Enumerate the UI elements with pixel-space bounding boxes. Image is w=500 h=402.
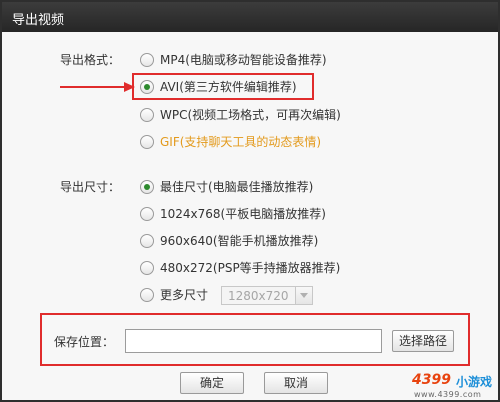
radio-size-best[interactable] [140, 180, 154, 194]
title-bar[interactable]: 导出视频 [2, 2, 498, 32]
radio-gif[interactable] [140, 135, 154, 149]
radio-avi[interactable] [140, 80, 154, 94]
ok-button[interactable]: 确定 [180, 372, 244, 394]
option-size-1024-label[interactable]: 1024x768(平板电脑播放推荐) [160, 205, 326, 222]
radio-size-more[interactable] [140, 288, 154, 302]
option-avi-label[interactable]: AVI(第三方软件编辑推荐) [160, 78, 297, 95]
option-size-960-label[interactable]: 960x640(智能手机播放推荐) [160, 232, 318, 249]
size-label: 导出尺寸： [60, 180, 121, 194]
option-size-more-label[interactable]: 更多尺寸 [160, 286, 208, 303]
radio-wpc[interactable] [140, 108, 154, 122]
save-location-label: 保存位置： [54, 335, 115, 349]
format-label: 导出格式： [60, 53, 121, 67]
watermark-name: 小游戏 [456, 375, 493, 389]
save-path-input[interactable] [125, 329, 382, 353]
export-video-dialog: 导出视频 导出格式： MP4(电脑或移动智能设备推荐) AVI(第三方软件编辑推… [0, 0, 500, 402]
radio-size-1024[interactable] [140, 207, 154, 221]
option-mp4-label[interactable]: MP4(电脑或移动智能设备推荐) [160, 51, 327, 68]
choose-path-button[interactable]: 选择路径 [392, 330, 454, 352]
radio-mp4[interactable] [140, 53, 154, 67]
option-size-480-label[interactable]: 480x272(PSP等手持播放器推荐) [160, 259, 340, 276]
radio-size-480[interactable] [140, 261, 154, 275]
dropdown-button[interactable] [295, 287, 312, 304]
option-size-best-label[interactable]: 最佳尺寸(电脑最佳播放推荐) [160, 178, 313, 195]
cancel-button[interactable]: 取消 [264, 372, 328, 394]
option-gif-label[interactable]: GIF(支持聊天工具的动态表情) [160, 133, 321, 150]
window-title: 导出视频 [12, 13, 65, 28]
more-size-value: 1280x720 [228, 289, 289, 303]
watermark: 4399 小游戏 www.4399.com [412, 372, 500, 402]
radio-size-960[interactable] [140, 234, 154, 248]
watermark-url: www.4399.com [414, 390, 482, 399]
more-size-select[interactable]: 1280x720 [221, 286, 313, 305]
chevron-down-icon [300, 293, 308, 298]
watermark-brand: 4399 [412, 372, 451, 388]
arrow-icon [60, 82, 135, 92]
option-wpc-label[interactable]: WPC(视频工场格式，可再次编辑) [160, 106, 341, 123]
